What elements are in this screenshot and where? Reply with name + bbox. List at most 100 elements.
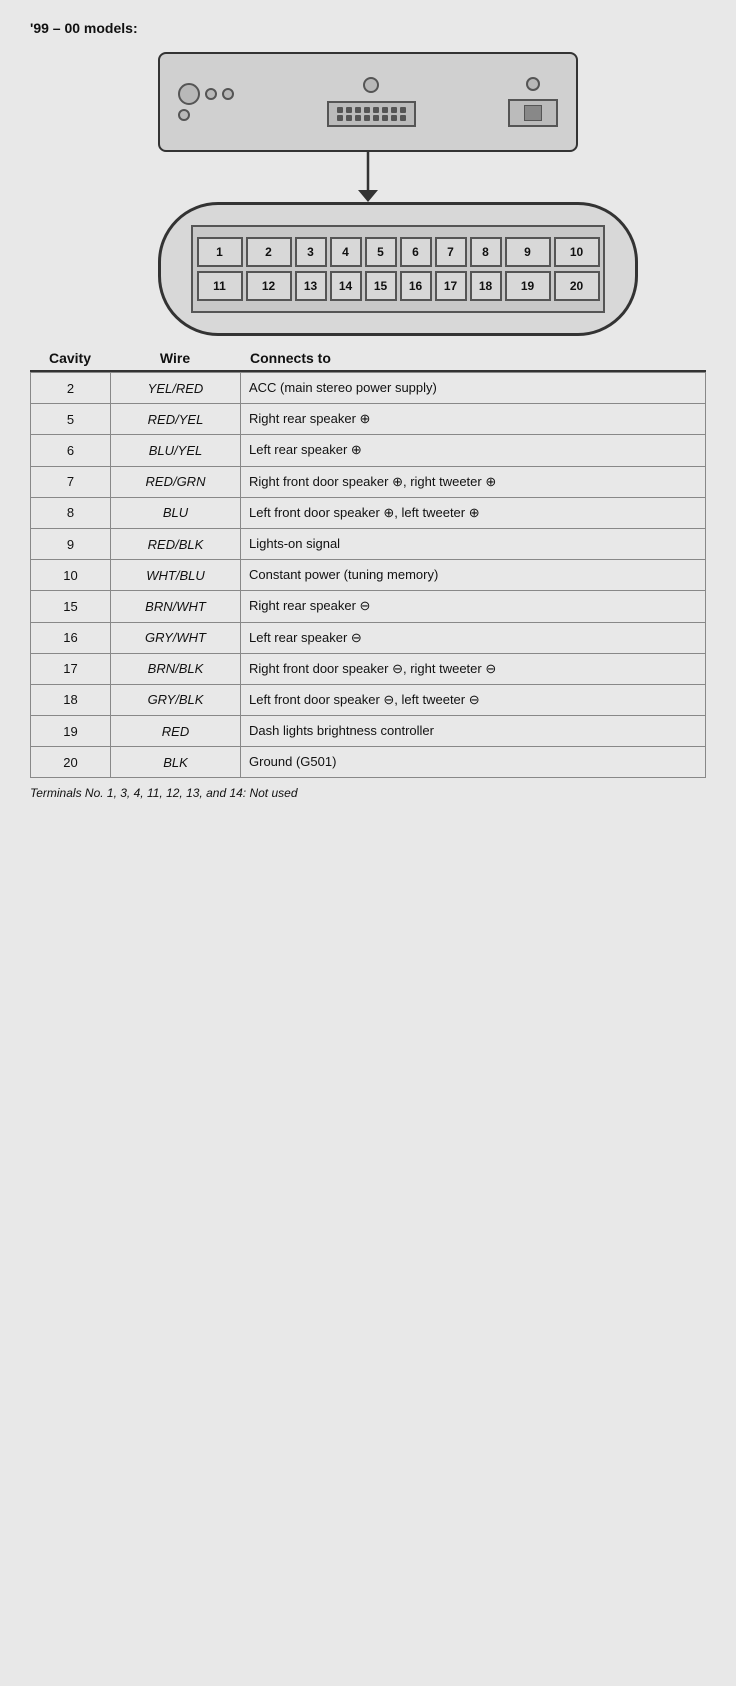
cell-wire: BRN/WHT xyxy=(111,591,241,621)
pin-11: 11 xyxy=(197,271,243,301)
cell-wire: YEL/RED xyxy=(111,373,241,403)
table-header: Cavity Wire Connects to xyxy=(30,346,706,372)
arrow-line xyxy=(158,152,578,202)
cell-connects: Left rear speaker ⊖ xyxy=(241,623,705,653)
table-row: 16GRY/WHTLeft rear speaker ⊖ xyxy=(31,623,705,654)
cell-wire: WHT/BLU xyxy=(111,560,241,590)
cell-wire: BLU xyxy=(111,498,241,528)
cell-cavity: 16 xyxy=(31,623,111,653)
cell-cavity: 5 xyxy=(31,404,111,434)
header-connects: Connects to xyxy=(240,350,706,366)
slot-box xyxy=(508,99,558,127)
pin-9: 9 xyxy=(505,237,551,267)
cell-connects: Right rear speaker ⊖ xyxy=(241,591,705,621)
circle-small-2 xyxy=(222,88,234,100)
connector-row-2: 11 12 13 14 15 16 17 18 19 20 xyxy=(205,271,591,301)
table-row: 10WHT/BLUConstant power (tuning memory) xyxy=(31,560,705,591)
cell-connects: Constant power (tuning memory) xyxy=(241,560,705,590)
pin-15: 15 xyxy=(365,271,397,301)
cell-cavity: 19 xyxy=(31,716,111,746)
cell-cavity: 7 xyxy=(31,467,111,497)
pin-6: 6 xyxy=(400,237,432,267)
radio-unit-diagram: 1 2 3 4 5 6 7 8 9 10 11 12 13 14 xyxy=(30,52,706,336)
cell-connects: Left front door speaker ⊖, left tweeter … xyxy=(241,685,705,715)
pin-14: 14 xyxy=(330,271,362,301)
pin-18: 18 xyxy=(470,271,502,301)
cell-wire: RED xyxy=(111,716,241,746)
cell-connects: Ground (G501) xyxy=(241,747,705,777)
table-row: 17BRN/BLKRight front door speaker ⊖, rig… xyxy=(31,654,705,685)
pin-19: 19 xyxy=(505,271,551,301)
radio-box xyxy=(158,52,578,152)
pin-12: 12 xyxy=(246,271,292,301)
cell-cavity: 6 xyxy=(31,435,111,465)
connector-inner: 1 2 3 4 5 6 7 8 9 10 11 12 13 14 xyxy=(191,225,605,313)
cell-wire: BRN/BLK xyxy=(111,654,241,684)
pin-17: 17 xyxy=(435,271,467,301)
cell-connects: Left rear speaker ⊕ xyxy=(241,435,705,465)
connector-oval: 1 2 3 4 5 6 7 8 9 10 11 12 13 14 xyxy=(158,202,638,336)
pin-2: 2 xyxy=(246,237,292,267)
cell-wire: RED/YEL xyxy=(111,404,241,434)
cell-cavity: 9 xyxy=(31,529,111,559)
cell-connects: Left front door speaker ⊕, left tweeter … xyxy=(241,498,705,528)
table-row: 6BLU/YELLeft rear speaker ⊕ xyxy=(31,435,705,466)
connector-box xyxy=(327,101,416,127)
connector-row-1: 1 2 3 4 5 6 7 8 9 10 xyxy=(205,237,591,267)
table-row: 15BRN/WHTRight rear speaker ⊖ xyxy=(31,591,705,622)
radio-left-connectors xyxy=(178,83,234,121)
cell-connects: Right front door speaker ⊕, right tweete… xyxy=(241,467,705,497)
pin-5: 5 xyxy=(365,237,397,267)
circle-small-3 xyxy=(178,109,190,121)
cell-cavity: 20 xyxy=(31,747,111,777)
circle-group-top xyxy=(178,83,234,105)
circle-small-1 xyxy=(205,88,217,100)
cell-connects: Lights-on signal xyxy=(241,529,705,559)
table-row: 18GRY/BLKLeft front door speaker ⊖, left… xyxy=(31,685,705,716)
cell-connects: Right front door speaker ⊖, right tweete… xyxy=(241,654,705,684)
cell-cavity: 17 xyxy=(31,654,111,684)
cell-connects: Right rear speaker ⊕ xyxy=(241,404,705,434)
circle-group-bottom xyxy=(178,109,234,121)
pin-4: 4 xyxy=(330,237,362,267)
pin-16: 16 xyxy=(400,271,432,301)
cell-wire: BLU/YEL xyxy=(111,435,241,465)
cell-wire: RED/GRN xyxy=(111,467,241,497)
pin-7: 7 xyxy=(435,237,467,267)
cell-connects: Dash lights brightness controller xyxy=(241,716,705,746)
table-footer: Terminals No. 1, 3, 4, 11, 12, 13, and 1… xyxy=(30,786,706,800)
page-title: '99 – 00 models: xyxy=(30,20,706,36)
table-row: 2YEL/REDACC (main stereo power supply) xyxy=(31,373,705,404)
circle-right xyxy=(526,77,540,91)
pin-13: 13 xyxy=(295,271,327,301)
radio-unit: 1 2 3 4 5 6 7 8 9 10 11 12 13 14 xyxy=(158,52,578,336)
wiring-table: Cavity Wire Connects to 2YEL/REDACC (mai… xyxy=(30,346,706,800)
pin-20: 20 xyxy=(554,271,600,301)
table-row: 20BLKGround (G501) xyxy=(31,747,705,778)
radio-right-side xyxy=(508,77,558,127)
table-row: 8BLULeft front door speaker ⊕, left twee… xyxy=(31,498,705,529)
table-row: 19REDDash lights brightness controller xyxy=(31,716,705,747)
cell-cavity: 15 xyxy=(31,591,111,621)
table-row: 9RED/BLKLights-on signal xyxy=(31,529,705,560)
table-row: 7RED/GRNRight front door speaker ⊕, righ… xyxy=(31,467,705,498)
table-body: 2YEL/REDACC (main stereo power supply)5R… xyxy=(30,372,706,778)
cell-cavity: 8 xyxy=(31,498,111,528)
cell-connects: ACC (main stereo power supply) xyxy=(241,373,705,403)
pin-10: 10 xyxy=(554,237,600,267)
circle-large xyxy=(178,83,200,105)
arrow-svg xyxy=(338,152,398,202)
header-wire: Wire xyxy=(110,350,240,366)
cell-wire: BLK xyxy=(111,747,241,777)
cell-cavity: 10 xyxy=(31,560,111,590)
cell-cavity: 2 xyxy=(31,373,111,403)
pin-3: 3 xyxy=(295,237,327,267)
cell-wire: GRY/WHT xyxy=(111,623,241,653)
cell-wire: RED/BLK xyxy=(111,529,241,559)
cell-wire: GRY/BLK xyxy=(111,685,241,715)
pin-1: 1 xyxy=(197,237,243,267)
circle-center xyxy=(363,77,379,93)
slot-inner xyxy=(524,105,542,121)
header-cavity: Cavity xyxy=(30,350,110,366)
cell-cavity: 18 xyxy=(31,685,111,715)
